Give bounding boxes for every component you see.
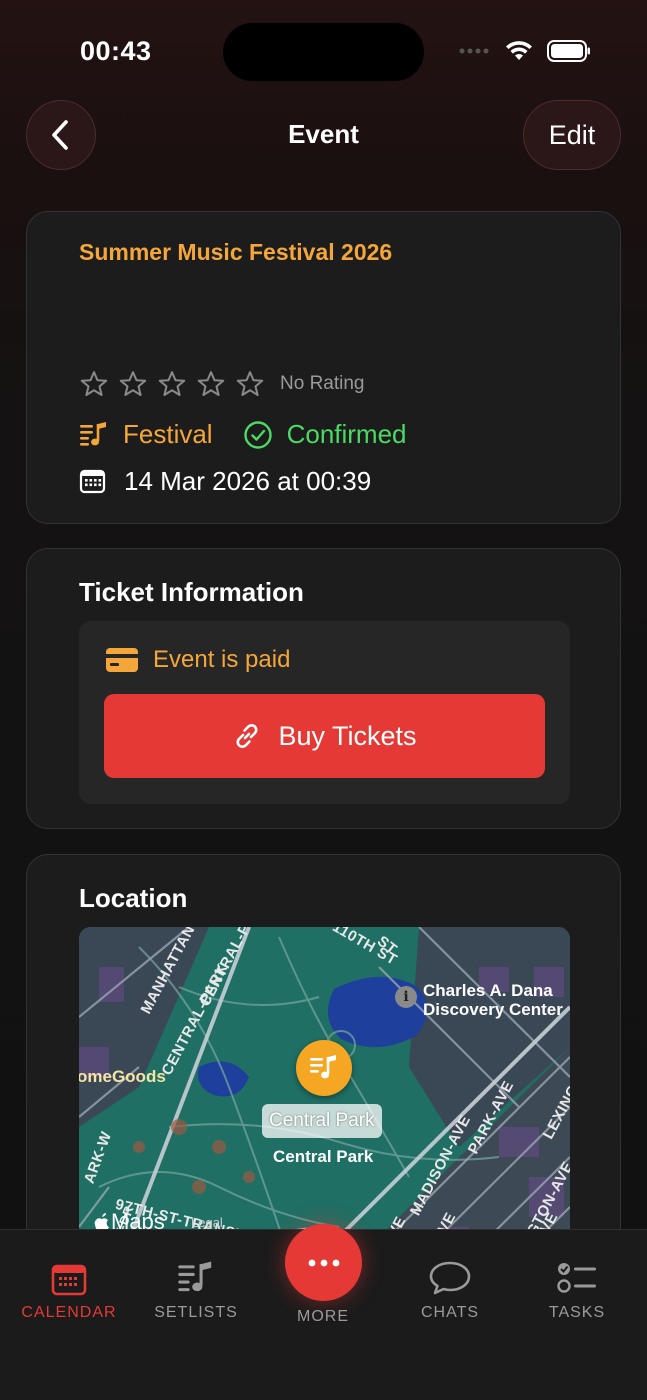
star-icon[interactable] [235,369,265,399]
tab-label: TASKS [548,1304,606,1321]
calendar-icon [51,1264,87,1296]
event-date-row: 14 Mar 2026 at 00:39 [79,466,371,497]
tab-calendar[interactable]: CALENDAR [14,1262,124,1322]
location-pin[interactable] [296,1040,352,1096]
event-type-label: Festival [123,419,213,449]
location-card: Location MANHATTAN CENTRAL-PARK CENTRAL-… [26,854,621,1274]
calendar-icon [79,469,106,494]
event-summary-card: Summer Music Festival 2026 No Rating Fes… [26,211,621,524]
rating-text: No Rating [280,373,365,394]
star-icon[interactable] [196,369,226,399]
paid-status-text: Event is paid [153,646,291,673]
park-label: Central Park [273,1147,374,1166]
buy-tickets-button[interactable]: Buy Tickets [104,694,545,778]
checklist-icon [557,1263,596,1293]
ticket-panel: Event is paid Buy Tickets [79,621,570,804]
ticket-info-card: Ticket Information Event is paid Buy Tic… [26,548,621,829]
pin-label: Central Park [262,1104,382,1138]
more-button[interactable] [285,1224,362,1301]
poi-label-line2: Discovery Center [423,1000,563,1019]
ticket-section-title: Ticket Information [79,577,304,607]
setlist-icon [178,1261,212,1292]
info-icon[interactable]: i [395,986,417,1008]
tab-label: SETLISTS [154,1304,238,1321]
rating-stars[interactable]: No Rating [79,369,365,399]
legal-link[interactable]: Legal [191,1215,223,1230]
edit-button[interactable]: Edit [523,100,621,170]
star-icon[interactable] [157,369,187,399]
event-date: 14 Mar 2026 at 00:39 [124,466,372,496]
tab-bar: CALENDAR SETLISTS MORE CHATS TASKS [0,1224,647,1400]
dynamic-island [223,23,424,81]
wifi-icon [506,41,532,60]
event-name: Summer Music Festival 2026 [79,239,393,265]
event-status-label: Confirmed [286,419,407,449]
location-section-title: Location [79,883,188,913]
credit-card-icon [106,648,138,672]
tab-setlists[interactable]: SETLISTS [141,1260,251,1322]
battery-icon [547,40,590,62]
tab-tasks[interactable]: TASKS [522,1260,632,1322]
poi-label-line1: Charles A. Dana [423,981,553,1000]
star-icon[interactable] [79,369,109,399]
tab-label: CALENDAR [21,1304,117,1321]
cellular-signal-icon [459,48,489,54]
event-meta-row: Festival Confirmed [79,419,407,450]
tab-label: CHATS [420,1304,480,1321]
location-map[interactable]: MANHATTAN CENTRAL-PARK CENTRAL-PARK 110T… [79,927,570,1267]
star-icon[interactable] [118,369,148,399]
poi-label[interactable]: Charles A. Dana Discovery Center [423,981,563,1019]
status-icons [459,40,591,62]
music-note-list-icon [310,1055,336,1079]
status-time: 00:43 [80,36,152,66]
more-label: MORE [297,1308,349,1325]
checkmark-circle-icon [243,420,272,449]
business-label: omeGoods [79,1067,166,1086]
paid-status-row: Event is paid [105,646,290,674]
buy-tickets-label: Buy Tickets [278,720,417,751]
music-note-list-icon [80,421,106,446]
tab-chats[interactable]: CHATS [395,1260,505,1322]
chat-bubble-icon [429,1261,471,1295]
link-icon [236,724,258,748]
ellipsis-icon [308,1259,339,1266]
